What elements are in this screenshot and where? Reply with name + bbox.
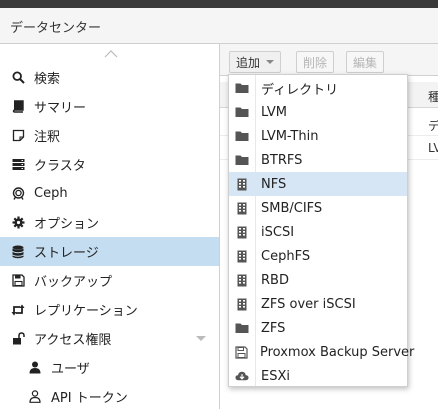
sidebar-item-label: API トークン (51, 391, 128, 406)
floppy-outline-icon (235, 345, 248, 359)
search-icon (11, 71, 25, 85)
menu-item-zfs[interactable]: ZFS (229, 316, 407, 340)
folder-icon (235, 129, 249, 143)
building-icon (235, 249, 249, 263)
menu-item-lvm[interactable]: LVM (229, 100, 407, 124)
delete-button[interactable]: 削除 (296, 51, 335, 73)
sidebar-item-notes[interactable]: 注釈 (0, 121, 219, 150)
floppy-icon (11, 274, 25, 288)
folder-icon (235, 105, 249, 119)
sidebar-item-label: 検索 (34, 72, 61, 87)
menu-item-label: ディレクトリ (261, 82, 339, 98)
menu-item-cephfs[interactable]: CephFS (229, 244, 407, 268)
sidebar-item-ceph[interactable]: Ceph (0, 179, 219, 208)
folder-icon (235, 321, 249, 335)
add-storage-menu: ディレクトリ LVM LVM-Thin BTRFS NFS SMB/CIFS i… (228, 74, 414, 388)
add-button-label: 追加 (236, 55, 261, 70)
menu-item-label: SMB/CIFS (261, 200, 323, 216)
building-icon (235, 225, 249, 239)
top-bar (0, 0, 438, 8)
note-icon (11, 129, 25, 143)
scroll-up-icon[interactable] (104, 50, 118, 58)
cloud-download-icon (235, 369, 249, 383)
unlock-icon (11, 332, 25, 346)
table-cell: LV (428, 141, 438, 155)
menu-item-proxmox-backup-server[interactable]: Proxmox Backup Server (229, 340, 414, 364)
column-header-type[interactable]: 種 (428, 88, 438, 105)
sidebar-item-label: ストレージ (34, 246, 99, 261)
sidebar-item-label: バックアップ (34, 275, 113, 290)
sidebar-item-label: オプション (34, 217, 100, 232)
menu-item-label: LVM (261, 104, 287, 120)
delete-button-label: 削除 (303, 55, 328, 70)
building-icon (235, 177, 249, 191)
sidebar-item-permissions[interactable]: アクセス権限 (0, 324, 219, 353)
sidebar-item-label: レプリケーション (34, 304, 138, 319)
building-icon (235, 273, 249, 287)
book-icon (11, 100, 25, 114)
menu-item-label: ZFS (261, 320, 286, 336)
sidebar-item-search[interactable]: 検索 (0, 63, 219, 92)
chevron-down-icon[interactable] (196, 336, 206, 341)
sidebar-item-backup[interactable]: バックアップ (0, 266, 219, 295)
panel-header: データセンター (0, 8, 438, 44)
menu-item-label: Proxmox Backup Server (260, 344, 415, 360)
sidebar: 検索 サマリー 注釈 クラスタ Ceph オプション ストレージ バックアップ … (0, 44, 219, 409)
menu-item-nfs[interactable]: NFS (229, 172, 407, 196)
sidebar-item-cluster[interactable]: クラスタ (0, 150, 219, 179)
edit-button-label: 編集 (353, 55, 378, 70)
add-button[interactable]: 追加 (229, 51, 282, 73)
menu-item-zfs-over-iscsi[interactable]: ZFS over iSCSI (229, 292, 407, 316)
edit-button[interactable]: 編集 (346, 51, 385, 73)
user-outline-icon (28, 390, 42, 404)
sidebar-item-api-tokens[interactable]: API トークン (0, 382, 219, 409)
menu-item-btrfs[interactable]: BTRFS (229, 148, 407, 172)
folder-icon (235, 153, 249, 167)
menu-item-label: ZFS over iSCSI (261, 296, 356, 312)
menu-item-lvm-thin[interactable]: LVM-Thin (229, 124, 407, 148)
folder-icon (235, 81, 249, 95)
sidebar-item-replication[interactable]: レプリケーション (0, 295, 219, 324)
sidebar-item-label: Ceph (34, 186, 68, 201)
sidebar-item-label: アクセス権限 (34, 333, 112, 348)
menu-item-label: ESXi (261, 368, 290, 384)
retweet-icon (11, 303, 25, 317)
building-icon (235, 201, 249, 215)
chevron-down-icon (266, 60, 275, 64)
menu-item-directory[interactable]: ディレクトリ (229, 76, 407, 100)
sidebar-item-summary[interactable]: サマリー (0, 92, 219, 121)
ceph-icon (11, 187, 25, 201)
server-icon (11, 158, 25, 172)
sidebar-item-label: ユーザ (51, 362, 90, 377)
menu-item-rbd[interactable]: RBD (229, 268, 407, 292)
menu-item-label: RBD (261, 272, 289, 288)
menu-item-esxi[interactable]: ESXi (229, 364, 407, 388)
user-icon (28, 361, 42, 375)
gear-icon (11, 216, 25, 230)
menu-item-smb-cifs[interactable]: SMB/CIFS (229, 196, 407, 220)
building-icon (235, 297, 249, 311)
menu-item-label: LVM-Thin (261, 128, 319, 144)
menu-item-label: NFS (261, 176, 287, 192)
sidebar-item-users[interactable]: ユーザ (0, 353, 219, 382)
menu-item-label: iSCSI (261, 224, 295, 240)
sidebar-item-label: サマリー (34, 101, 87, 116)
sidebar-item-options[interactable]: オプション (0, 208, 219, 237)
sidebar-item-label: クラスタ (34, 159, 86, 174)
menu-item-iscsi[interactable]: iSCSI (229, 220, 407, 244)
sidebar-item-label: 注釈 (34, 130, 61, 145)
page-title: データセンター (10, 21, 102, 36)
sidebar-item-storage[interactable]: ストレージ (0, 237, 219, 266)
menu-item-label: CephFS (261, 248, 311, 264)
database-icon (11, 245, 25, 259)
table-cell: デ (428, 119, 438, 133)
menu-item-label: BTRFS (261, 152, 303, 168)
toolbar: 追加 削除 編集 (220, 44, 438, 76)
